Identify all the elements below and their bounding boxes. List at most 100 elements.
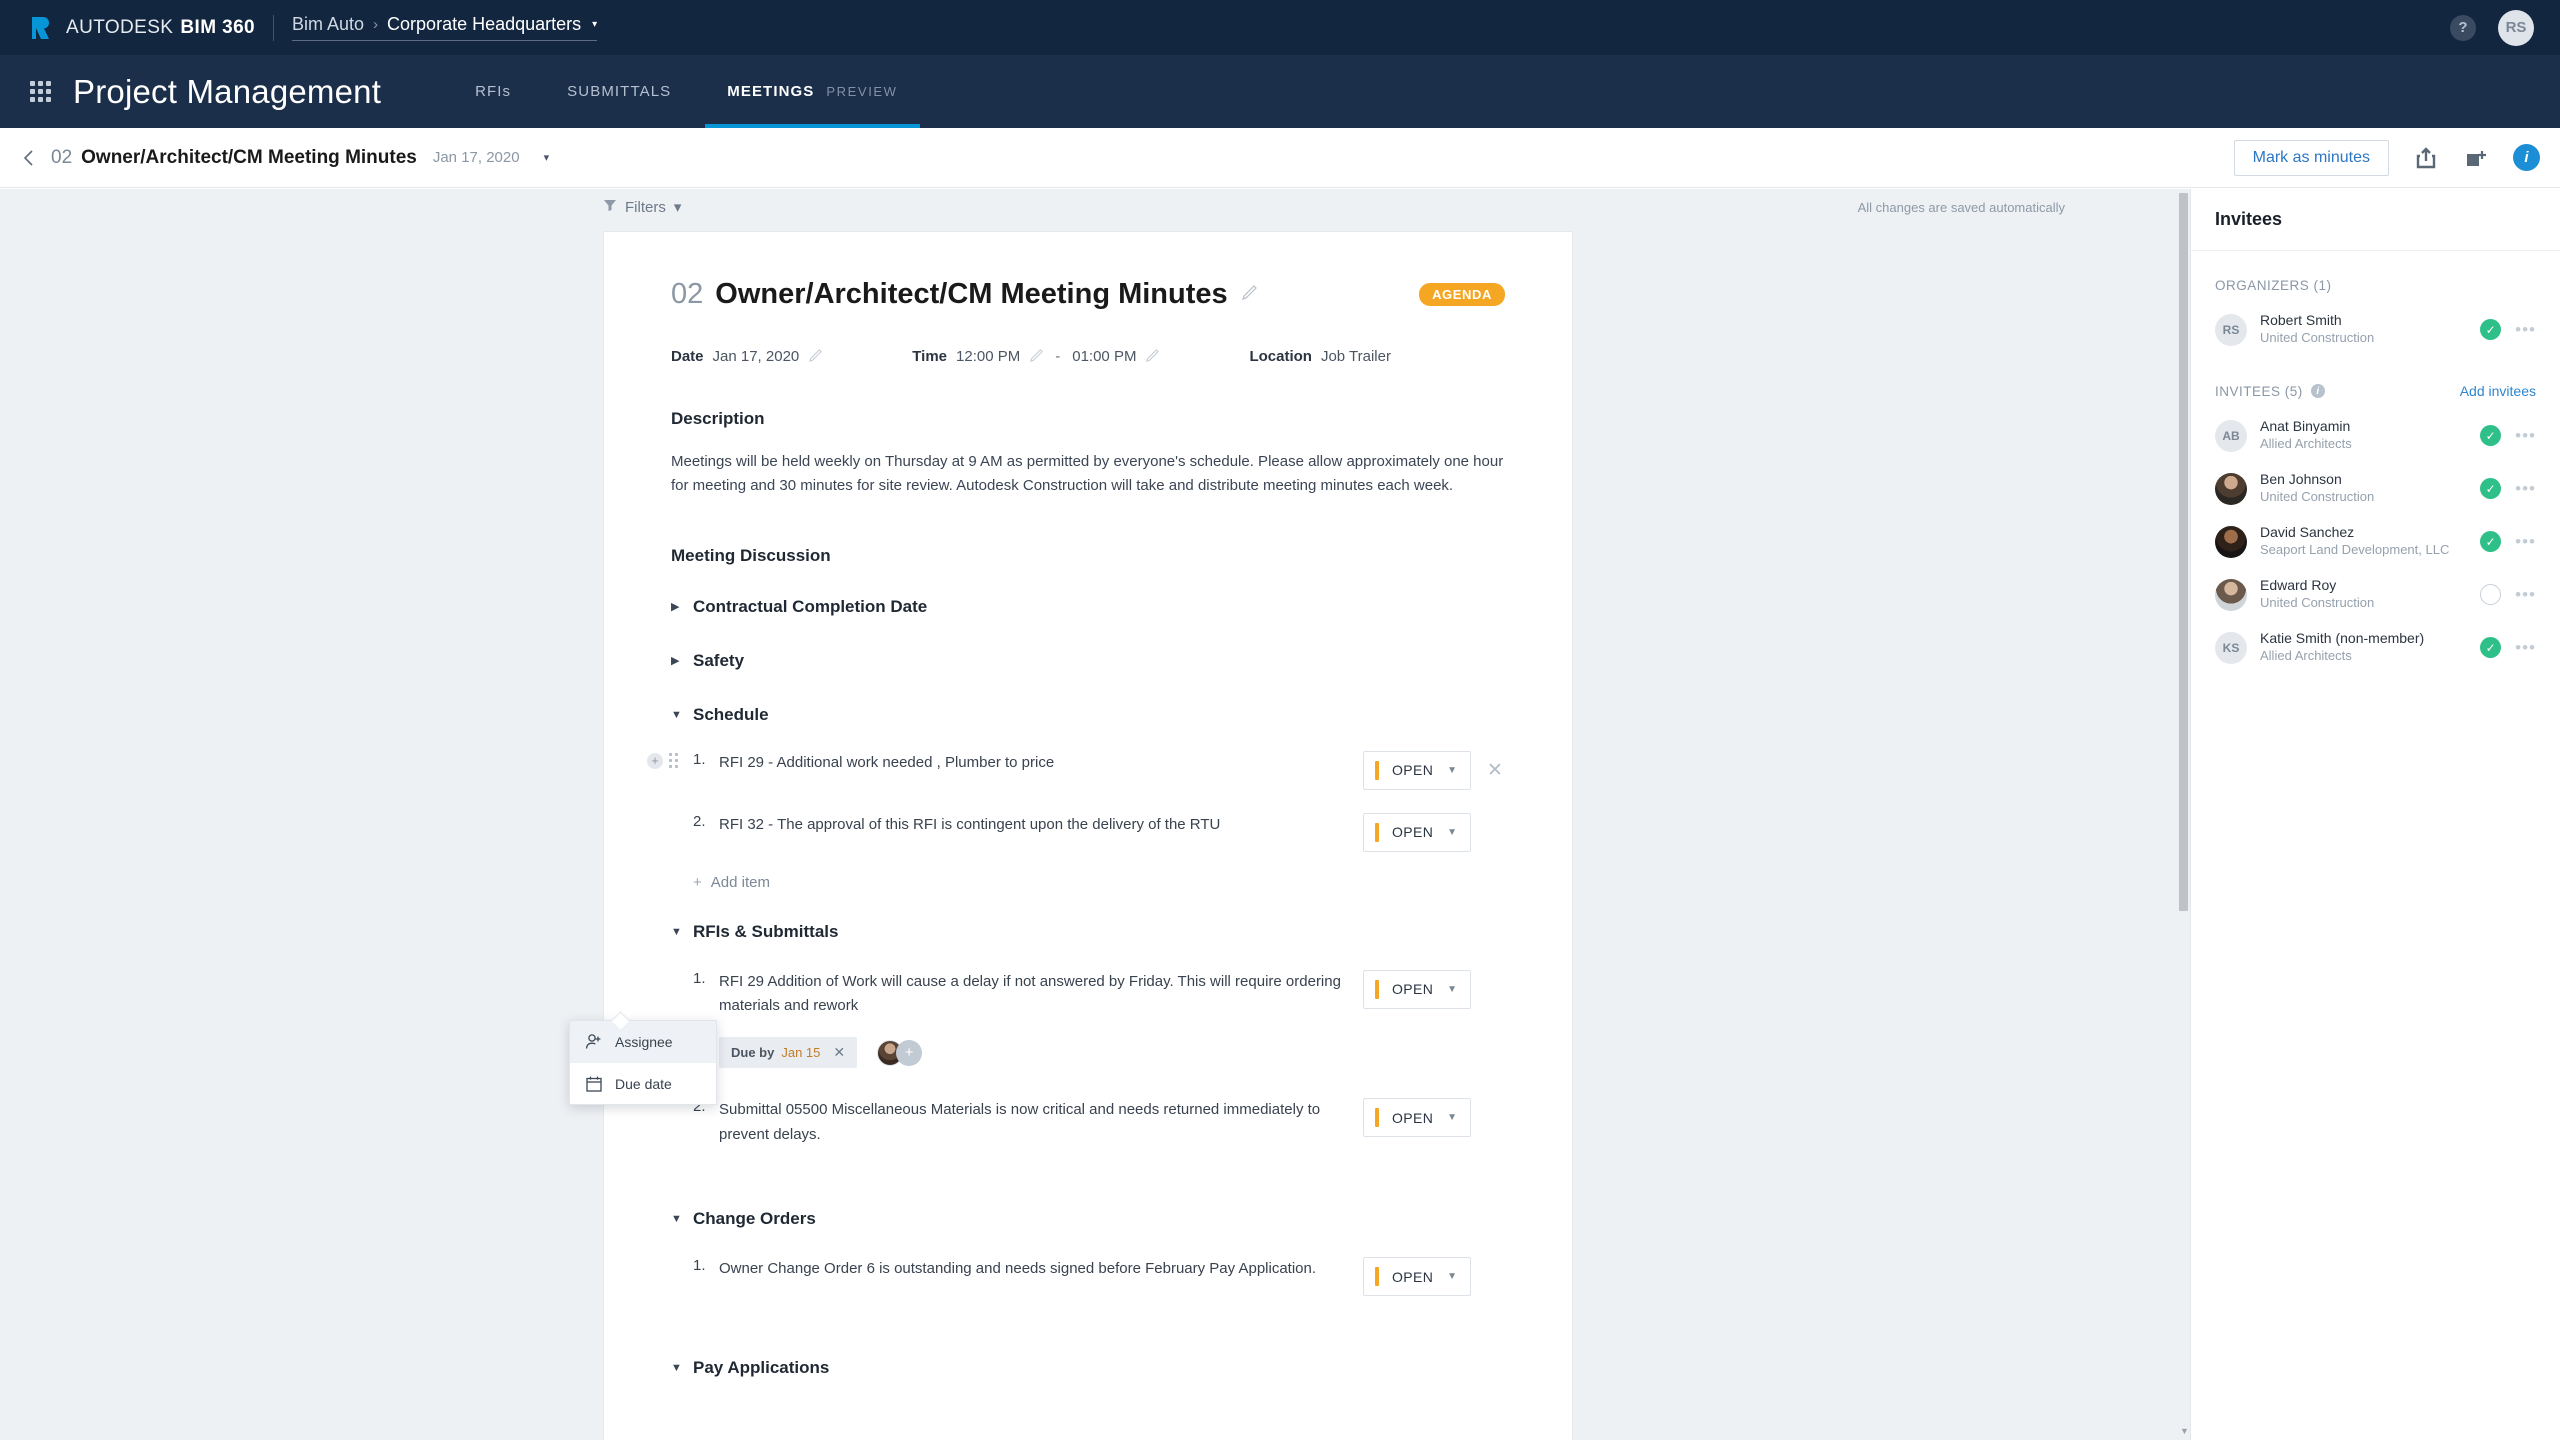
drag-handle-icon[interactable] — [668, 752, 679, 768]
invitees-label: INVITEES (5) — [2215, 383, 2303, 399]
list-item[interactable]: 2. Submittal 05500 Miscellaneous Materia… — [671, 1098, 1505, 1147]
section-header[interactable]: ▶ Safety — [671, 651, 1505, 671]
close-icon[interactable]: ✕ — [1485, 759, 1505, 782]
accepted-check-icon[interactable]: ✓ — [2480, 531, 2502, 552]
pencil-icon[interactable] — [1030, 348, 1044, 365]
section-header[interactable]: ▶ Contractual Completion Date — [671, 597, 1505, 617]
section-change-orders: ▼ Change Orders 1. Owner Change Order 6 … — [671, 1209, 1505, 1297]
list-item[interactable]: RS Robert Smith United Construction ✓ ••… — [2191, 303, 2560, 356]
section-header[interactable]: ▼ Change Orders — [671, 1209, 1505, 1229]
breadcrumb-account[interactable]: Bim Auto — [292, 14, 364, 35]
apps-grid-icon[interactable] — [30, 79, 56, 105]
help-icon[interactable]: ? — [2450, 14, 2476, 41]
chevron-right-icon: ▶ — [671, 601, 680, 614]
list-item[interactable]: + 1. RFI 29 - Additional work needed , P… — [647, 750, 1505, 790]
date-value[interactable]: Jan 17, 2020 — [713, 348, 800, 365]
add-attribute-icon[interactable]: + — [647, 752, 663, 769]
duplicate-meeting-icon[interactable] — [2463, 145, 2489, 171]
mark-as-minutes-button[interactable]: Mark as minutes — [2233, 139, 2389, 176]
menu-item-due-date[interactable]: Due date — [570, 1062, 716, 1104]
add-assignee-icon[interactable]: + — [896, 1039, 923, 1066]
avatar[interactable]: RS — [2498, 9, 2534, 46]
status-dropdown[interactable]: OPEN ▼ — [1363, 1257, 1471, 1297]
invitees-panel-header: Invitees — [2191, 189, 2560, 251]
more-options-icon[interactable]: ••• — [2515, 427, 2536, 444]
list-item[interactable]: 1. RFI 29 Addition of Work will cause a … — [671, 969, 1505, 1019]
section-header[interactable]: ▼ Pay Applications — [671, 1358, 1505, 1378]
list-item[interactable]: KS Katie Smith (non-member) Allied Archi… — [2191, 621, 2560, 674]
vertical-scrollbar[interactable]: ▼ — [2177, 189, 2190, 1440]
section-header[interactable]: ▼ RFIs & Submittals — [671, 922, 1505, 942]
status-dropdown[interactable]: OPEN ▼ — [1363, 1098, 1471, 1138]
list-item[interactable]: David Sanchez Seaport Land Development, … — [2191, 515, 2560, 568]
brand-autodesk-label: AUTODESK — [66, 16, 174, 38]
tab-meetings-label: MEETINGS — [727, 83, 815, 100]
person-org: Allied Architects — [2260, 436, 2352, 451]
list-item[interactable]: Edward Roy United Construction ••• — [2191, 568, 2560, 621]
time-start-value[interactable]: 12:00 PM — [956, 348, 1020, 365]
info-icon[interactable]: i — [2513, 144, 2540, 171]
invitees-panel-title: Invitees — [2215, 209, 2283, 229]
section-contractual-completion-date: ▶ Contractual Completion Date — [671, 597, 1505, 617]
accepted-check-icon[interactable]: ✓ — [2480, 478, 2502, 499]
section-title: RFIs & Submittals — [693, 921, 839, 941]
tab-submittals-label: SUBMITTALS — [567, 83, 672, 100]
location-value[interactable]: Job Trailer — [1321, 348, 1391, 365]
list-item[interactable]: AB Anat Binyamin Allied Architects ✓ ••• — [2191, 409, 2560, 462]
chevron-down-icon[interactable]: ▾ — [544, 151, 550, 164]
brand-wordmark[interactable]: AUTODESK BIM 360 — [66, 17, 255, 39]
location-label: Location — [1249, 348, 1312, 365]
filters-button[interactable]: Filters ▾ — [603, 198, 681, 216]
section-title: Contractual Completion Date — [693, 596, 928, 616]
pencil-icon[interactable] — [1241, 284, 1257, 305]
scrollbar-thumb[interactable] — [2179, 193, 2188, 911]
accepted-check-icon[interactable]: ✓ — [2480, 637, 2502, 658]
list-item[interactable]: 2. RFI 32 - The approval of this RFI is … — [671, 812, 1505, 852]
chevron-down-icon: ▼ — [671, 1362, 682, 1375]
more-options-icon[interactable]: ••• — [2515, 639, 2536, 656]
add-invitees-button[interactable]: Add invitees — [2460, 383, 2536, 399]
chevron-left-icon[interactable] — [17, 147, 39, 169]
status-dropdown[interactable]: OPEN ▼ — [1363, 969, 1471, 1009]
avatar: AB — [2215, 419, 2247, 452]
avatar — [2215, 472, 2247, 505]
accepted-check-icon[interactable]: ✓ — [2480, 425, 2502, 446]
more-options-icon[interactable]: ••• — [2515, 533, 2536, 550]
accepted-check-icon[interactable]: ✓ — [2480, 319, 2502, 340]
pending-status-icon[interactable] — [2480, 584, 2502, 605]
add-item-button[interactable]: + Add item — [693, 874, 1505, 891]
status-dropdown[interactable]: OPEN ▼ — [1363, 750, 1471, 790]
menu-item-assignee[interactable]: Assignee — [570, 1021, 716, 1062]
scroll-down-icon[interactable]: ▼ — [2180, 1426, 2189, 1436]
more-options-icon[interactable]: ••• — [2515, 321, 2536, 338]
info-icon[interactable]: i — [2310, 384, 2325, 398]
meeting-title-row: 02 Owner/Architect/CM Meeting Minutes AG… — [671, 278, 1505, 311]
list-item[interactable]: 1. Owner Change Order 6 is outstanding a… — [671, 1257, 1505, 1297]
chevron-down-icon: ▾ — [673, 199, 682, 216]
remove-due-date-icon[interactable]: ✕ — [833, 1044, 845, 1061]
chevron-down-icon[interactable]: ▾ — [592, 19, 597, 30]
status-color-bar — [1375, 760, 1379, 780]
person-info: Robert Smith United Construction — [2260, 312, 2374, 347]
tab-rfis-label: RFIs — [475, 83, 512, 100]
list-item[interactable]: Ben Johnson United Construction ✓ ••• — [2191, 462, 2560, 515]
breadcrumb-project[interactable]: Corporate Headquarters — [387, 14, 581, 35]
tab-submittals[interactable]: SUBMITTALS — [539, 55, 699, 128]
export-icon[interactable] — [2413, 145, 2439, 171]
tab-rfis[interactable]: RFIs — [447, 55, 539, 128]
pencil-icon[interactable] — [809, 348, 823, 365]
person-name: Robert Smith — [2260, 312, 2342, 329]
more-options-icon[interactable]: ••• — [2515, 480, 2536, 497]
status-dropdown[interactable]: OPEN ▼ — [1363, 812, 1471, 852]
more-options-icon[interactable]: ••• — [2515, 586, 2536, 603]
section-header[interactable]: ▼ Schedule — [671, 705, 1505, 725]
module-tabs: RFIs SUBMITTALS MEETINGS PREVIEW — [447, 55, 925, 128]
breadcrumb[interactable]: Bim Auto › Corporate Headquarters ▾ — [292, 14, 598, 41]
autodesk-logo-icon[interactable] — [26, 14, 54, 42]
pencil-icon[interactable] — [1146, 348, 1160, 365]
due-date-chip[interactable]: Due by Jan 15 ✕ — [719, 1037, 858, 1069]
item-attribute-menu[interactable]: Assignee Due date — [569, 1020, 717, 1105]
tab-meetings[interactable]: MEETINGS PREVIEW — [699, 55, 925, 128]
time-end-value[interactable]: 01:00 PM — [1072, 348, 1136, 365]
chevron-down-icon: ▼ — [671, 1213, 682, 1226]
